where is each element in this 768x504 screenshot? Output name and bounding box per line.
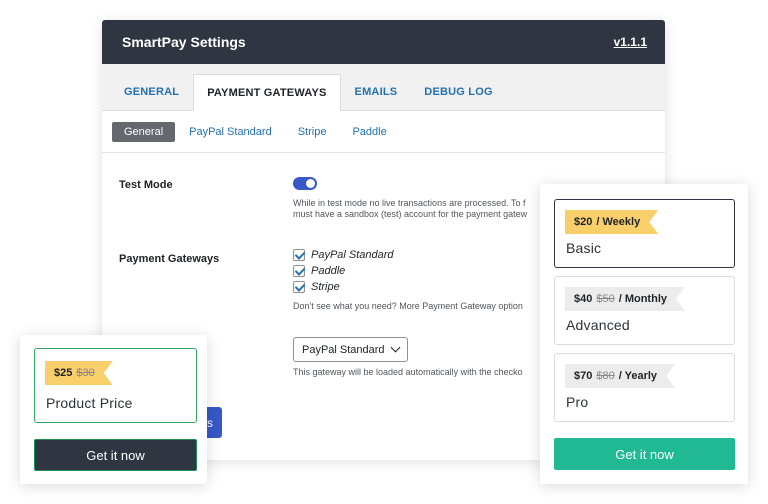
gateway-option-stripe[interactable]: Stripe [293, 281, 340, 293]
sub-tabs: General PayPal Standard Stripe Paddle [102, 111, 665, 153]
plan-old-price: $50 [596, 293, 615, 305]
checkbox-checked-icon[interactable] [293, 249, 305, 261]
plan-price: $20 [574, 216, 593, 228]
tab-debug-log[interactable]: DEBUG LOG [411, 74, 505, 110]
title-bar: SmartPay Settings v1.1.1 [102, 20, 665, 64]
product-price-card: $25 $30 Product Price Get it now [20, 335, 207, 484]
plan-period: / Weekly [596, 216, 641, 228]
product-name: Product Price [46, 395, 133, 411]
price-current: $25 [54, 367, 73, 379]
tab-payment-gateways[interactable]: PAYMENT GATEWAYS [193, 74, 341, 111]
plan-name: Basic [566, 240, 602, 256]
product-price-box[interactable]: $25 $30 Product Price [34, 348, 197, 423]
checkbox-checked-icon[interactable] [293, 281, 305, 293]
plans-card: $20 / Weekly Basic $40 $50 / Monthly Adv… [540, 184, 748, 484]
gateway-option-paddle[interactable]: Paddle [293, 265, 345, 277]
tab-emails[interactable]: EMAILS [342, 74, 411, 110]
checkbox-checked-icon[interactable] [293, 265, 305, 277]
plan-price: $40 [574, 293, 593, 305]
chevron-down-icon [390, 342, 401, 353]
payment-gateways-help: Don't see what you need? More Payment Ga… [293, 301, 523, 311]
plan-option-advanced[interactable]: $40 $50 / Monthly Advanced [554, 276, 735, 345]
plan-name: Pro [566, 394, 589, 410]
version-link[interactable]: v1.1.1 [614, 35, 647, 49]
plan-name: Advanced [566, 317, 630, 333]
plan-price: $70 [574, 370, 593, 382]
price-ribbon: $25 $30 [45, 361, 113, 385]
test-mode-label: Test Mode [119, 179, 173, 191]
get-it-now-button[interactable]: Get it now [554, 438, 735, 470]
stage: SmartPay Settings v1.1.1 GENERAL PAYMENT… [0, 0, 768, 504]
subtab-stripe[interactable]: Stripe [286, 122, 339, 142]
test-mode-help-line2: must have a sandbox (test) account for t… [293, 209, 528, 219]
default-gateway-select[interactable]: PayPal Standard [293, 337, 408, 362]
test-mode-toggle[interactable] [293, 177, 317, 190]
plan-period: / Yearly [618, 370, 658, 382]
main-tabs: GENERAL PAYMENT GATEWAYS EMAILS DEBUG LO… [102, 64, 665, 111]
default-gateway-value: PayPal Standard [302, 343, 385, 356]
subtab-paypal-standard[interactable]: PayPal Standard [177, 122, 284, 142]
payment-gateways-label: Payment Gateways [119, 253, 220, 265]
gateway-option-label: Stripe [311, 281, 340, 293]
window-title: SmartPay Settings [122, 34, 246, 50]
save-button-label: s [207, 415, 213, 430]
plan-option-pro[interactable]: $70 $80 / Yearly Pro [554, 353, 735, 422]
price-old: $30 [76, 367, 95, 379]
tab-general[interactable]: GENERAL [111, 74, 192, 110]
gateway-option-label: PayPal Standard [311, 249, 394, 261]
subtab-paddle[interactable]: Paddle [340, 122, 398, 142]
default-gateway-help: This gateway will be loaded automaticall… [293, 367, 523, 377]
plan-option-basic[interactable]: $20 / Weekly Basic [554, 199, 735, 268]
price-ribbon: $40 $50 / Monthly [565, 287, 685, 311]
price-ribbon: $70 $80 / Yearly [565, 364, 675, 388]
get-it-now-button[interactable]: Get it now [34, 439, 197, 471]
test-mode-help-line1: While in test mode no live transactions … [293, 198, 526, 208]
plan-old-price: $80 [596, 370, 615, 382]
plan-period: / Monthly [618, 293, 667, 305]
gateway-option-paypal[interactable]: PayPal Standard [293, 249, 394, 261]
subtab-general[interactable]: General [112, 121, 176, 142]
gateway-option-label: Paddle [311, 265, 346, 277]
price-ribbon: $20 / Weekly [565, 210, 658, 234]
